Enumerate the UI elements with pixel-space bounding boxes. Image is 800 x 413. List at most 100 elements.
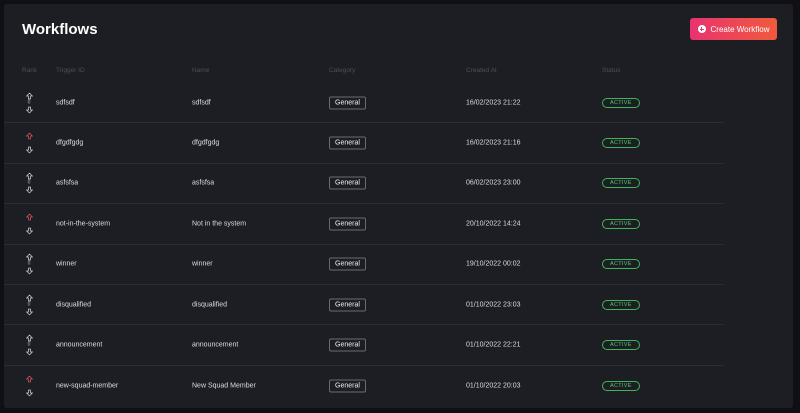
column-header-rank: Rank bbox=[22, 67, 38, 74]
create-workflow-button[interactable]: Create Workflow bbox=[690, 18, 777, 40]
status-badge: ACTIVE bbox=[602, 380, 640, 391]
category-badge[interactable]: General bbox=[329, 176, 366, 190]
status-cell: ACTIVE bbox=[602, 178, 640, 189]
column-header-trigger-id: Trigger ID bbox=[56, 67, 85, 74]
rank-value: 0 bbox=[27, 99, 31, 106]
category-cell: General bbox=[329, 298, 366, 312]
category-badge[interactable]: General bbox=[329, 96, 366, 110]
rank-control bbox=[24, 375, 34, 397]
arrow-down-icon[interactable] bbox=[25, 348, 33, 356]
created-at-cell: 06/02/2023 23:00 bbox=[466, 179, 521, 187]
category-badge[interactable]: General bbox=[329, 379, 366, 393]
name-cell: announcement bbox=[192, 341, 239, 349]
trigger-id-cell: dfgdfgdg bbox=[56, 139, 84, 147]
table-row[interactable]: 0 sdfsdf sdfsdf General 16/02/2023 21:22 ACTI… bbox=[4, 83, 724, 124]
created-at-cell: 20/10/2022 14:24 bbox=[466, 220, 521, 228]
arrow-up-icon[interactable] bbox=[25, 334, 33, 342]
name-cell: asfsfsa bbox=[192, 179, 215, 187]
column-header-category: Category bbox=[329, 67, 356, 74]
arrow-up-icon[interactable] bbox=[25, 253, 33, 261]
table-row[interactable]: 0 disqualified disqualified General 01/10/20… bbox=[4, 285, 724, 326]
table-row[interactable]: new-squad-member New Squad Member General 0… bbox=[4, 366, 724, 406]
created-at-cell: 19/10/2022 00:02 bbox=[466, 260, 521, 268]
arrow-down-icon[interactable] bbox=[25, 106, 33, 114]
name-cell: disqualified bbox=[192, 301, 228, 309]
arrow-down-icon[interactable] bbox=[25, 146, 33, 154]
table-row[interactable]: not-in-the-system Not in the system Genera… bbox=[4, 204, 724, 245]
trigger-id-cell: not-in-the-system bbox=[56, 220, 111, 228]
rank-control bbox=[24, 213, 34, 235]
create-workflow-label: Create Workflow bbox=[710, 24, 770, 34]
rank-cell: 0 bbox=[24, 294, 34, 316]
rank-cell bbox=[24, 375, 34, 397]
category-badge[interactable]: General bbox=[329, 217, 366, 231]
category-badge[interactable]: General bbox=[329, 298, 366, 312]
arrow-up-icon[interactable] bbox=[25, 92, 33, 99]
trigger-id-cell: asfsfsa bbox=[56, 179, 79, 187]
column-header-status: Status bbox=[602, 67, 621, 74]
rank-cell bbox=[24, 213, 34, 235]
arrow-up-icon[interactable] bbox=[25, 173, 33, 180]
workflows-table: 0 sdfsdf sdfsdf General 16/02/2023 21:22 ACTI… bbox=[4, 83, 724, 406]
column-header-name: Name bbox=[192, 67, 210, 74]
created-at-cell: 16/02/2023 21:16 bbox=[466, 139, 521, 147]
arrow-down-icon[interactable] bbox=[25, 389, 33, 397]
category-cell: General bbox=[329, 257, 366, 271]
category-cell: General bbox=[329, 176, 366, 190]
rank-value: 0 bbox=[27, 301, 31, 308]
rank-value: 0 bbox=[27, 179, 31, 186]
arrow-down-icon[interactable] bbox=[25, 227, 33, 235]
created-at-cell: 16/02/2023 21:22 bbox=[466, 99, 521, 107]
column-header-created-at: Created At bbox=[466, 67, 497, 74]
name-cell: dfgdfgdg bbox=[192, 139, 220, 147]
table-row[interactable]: 0 announcement announcement General 01/10/20… bbox=[4, 325, 724, 366]
rank-control bbox=[24, 132, 34, 154]
trigger-id-cell: new-squad-member bbox=[56, 382, 119, 390]
name-cell: sdfsdf bbox=[192, 99, 211, 107]
arrow-up-icon[interactable] bbox=[25, 375, 33, 383]
rank-control: 0 bbox=[24, 334, 34, 356]
created-at-cell: 01/10/2022 22:21 bbox=[466, 341, 521, 349]
arrow-up-icon[interactable] bbox=[25, 294, 33, 301]
category-cell: General bbox=[329, 96, 366, 110]
category-cell: General bbox=[329, 217, 366, 231]
status-cell: ACTIVE bbox=[602, 138, 640, 149]
table-row[interactable]: dfgdfgdg dfgdfgdg General 16/02/2023 21:16 A… bbox=[4, 123, 724, 164]
table-row[interactable]: 0 asfsfsa asfsfsa General 06/02/2023 23:00 AC… bbox=[4, 164, 724, 205]
workflows-panel: Workflows Create Workflow Rank Trigger I… bbox=[4, 4, 793, 408]
rank-value: 0 bbox=[27, 260, 31, 267]
status-badge: ACTIVE bbox=[602, 178, 640, 189]
status-badge: ACTIVE bbox=[602, 97, 640, 108]
rank-cell: 0 bbox=[24, 92, 34, 114]
rank-control: 0 bbox=[24, 173, 34, 194]
rank-cell bbox=[24, 132, 34, 154]
created-at-cell: 01/10/2022 20:03 bbox=[466, 382, 521, 390]
status-badge: ACTIVE bbox=[602, 138, 640, 149]
status-badge: ACTIVE bbox=[602, 218, 640, 229]
status-cell: ACTIVE bbox=[602, 218, 640, 229]
rank-control: 0 bbox=[24, 92, 34, 114]
category-badge[interactable]: General bbox=[329, 338, 366, 352]
table-row[interactable]: 0 winner winner General 19/10/2022 00:02 ACTI… bbox=[4, 245, 724, 285]
name-cell: Not in the system bbox=[192, 220, 247, 228]
rank-control: 0 bbox=[24, 253, 34, 275]
arrow-down-icon[interactable] bbox=[25, 267, 33, 275]
rank-cell: 0 bbox=[24, 253, 34, 275]
arrow-down-icon[interactable] bbox=[25, 187, 33, 194]
category-badge[interactable]: General bbox=[329, 136, 366, 150]
arrow-up-icon[interactable] bbox=[25, 132, 33, 140]
category-cell: General bbox=[329, 379, 366, 393]
rank-cell: 0 bbox=[24, 334, 34, 356]
page-title: Workflows bbox=[22, 21, 98, 38]
category-badge[interactable]: General bbox=[329, 257, 366, 271]
arrow-down-icon[interactable] bbox=[25, 308, 33, 316]
status-cell: ACTIVE bbox=[602, 299, 640, 310]
status-cell: ACTIVE bbox=[602, 340, 640, 351]
trigger-id-cell: announcement bbox=[56, 341, 103, 349]
created-at-cell: 01/10/2022 23:03 bbox=[466, 301, 521, 309]
category-cell: General bbox=[329, 338, 366, 352]
rank-control: 0 bbox=[24, 294, 34, 316]
trigger-id-cell: sdfsdf bbox=[56, 99, 75, 107]
status-cell: ACTIVE bbox=[602, 259, 640, 270]
arrow-up-icon[interactable] bbox=[25, 213, 33, 221]
